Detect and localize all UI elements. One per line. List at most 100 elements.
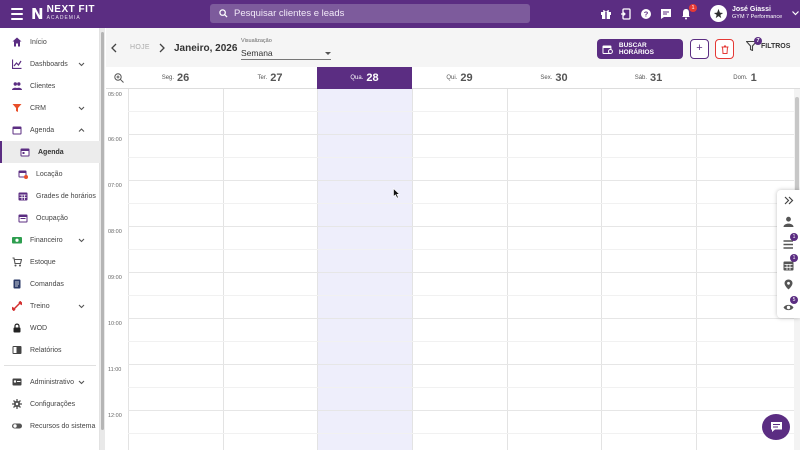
column-divider xyxy=(601,89,602,450)
logo[interactable]: N NEXT FIT ACADEMIA xyxy=(31,4,95,23)
sidebar-scrollbar[interactable] xyxy=(100,28,105,450)
day-number: 1 xyxy=(750,72,757,84)
days-header: Seg. 26 Ter. 27 Qua. 28 Qui. 29 Sex. 30 Sáb. 3… xyxy=(106,67,800,89)
sidebar-scrollbar-thumb[interactable] xyxy=(101,32,104,430)
gear-icon xyxy=(12,399,22,409)
sidebar-item-label: Clientes xyxy=(30,82,56,90)
chevron-down-icon xyxy=(78,106,85,110)
search-input[interactable]: Pesquisar clientes e leads xyxy=(210,4,530,23)
sidebar-item-grades-de-horarios[interactable]: Grades de horários xyxy=(0,185,100,207)
sidebar-item-agenda[interactable]: Agenda xyxy=(0,141,100,163)
today-column xyxy=(317,89,412,450)
view-select[interactable]: Visualização Semana xyxy=(241,38,331,60)
right-tools-panel: 1 1 5 xyxy=(777,190,800,318)
person-icon[interactable] xyxy=(783,216,794,227)
view-select-value: Semana xyxy=(241,48,273,58)
sidebar-item-label: Início xyxy=(30,38,47,46)
day-header[interactable]: Seg. 26 xyxy=(128,67,223,89)
cart-icon xyxy=(12,257,22,267)
sidebar-item-estoque[interactable]: Estoque xyxy=(0,251,100,273)
sidebar-item-clientes[interactable]: Clientes xyxy=(0,75,100,97)
time-label: 07:00 xyxy=(108,183,122,189)
sidebar-item-label: Configurações xyxy=(30,400,76,408)
day-number: 26 xyxy=(177,72,190,84)
day-header[interactable]: Sáb. 31 xyxy=(601,67,696,89)
svg-text:?: ? xyxy=(644,10,649,19)
chart-icon xyxy=(12,59,22,69)
sidebar-item-wod[interactable]: WOD xyxy=(0,317,100,339)
bell-icon[interactable]: 1 xyxy=(680,4,697,20)
admin-icon xyxy=(12,378,22,386)
search-times-button[interactable]: BUSCAR HORÁRIOS xyxy=(597,39,683,59)
time-label: 09:00 xyxy=(108,275,122,281)
sidebar-item-administrativo[interactable]: Administrativo xyxy=(0,371,100,393)
chat-icon[interactable] xyxy=(660,7,673,20)
day-name: Ter. xyxy=(257,75,268,81)
hour-line xyxy=(128,410,794,411)
time-label: 05:00 xyxy=(108,92,122,98)
home-icon xyxy=(12,37,22,47)
sidebar-item-dashboards[interactable]: Dashboards xyxy=(0,53,100,75)
day-header-today[interactable]: Qua. 28 xyxy=(317,67,412,89)
add-button[interactable]: + xyxy=(690,39,709,59)
chat-support-button[interactable] xyxy=(762,414,790,440)
visibility-filter[interactable]: 5 xyxy=(783,296,798,311)
delete-button[interactable] xyxy=(715,39,734,59)
hour-line xyxy=(128,318,794,319)
calendar-filter[interactable]: 1 xyxy=(783,254,798,271)
sidebar-item-relatorios[interactable]: Relatórios xyxy=(0,339,100,361)
chevron-right-icon[interactable] xyxy=(158,43,166,53)
sidebar-item-ocupacao[interactable]: Ocupação xyxy=(0,207,100,229)
day-header[interactable]: Ter. 27 xyxy=(223,67,317,89)
calendar: HOJE Janeiro, 2026 Visualização Semana B… xyxy=(106,28,800,450)
mouse-cursor-icon xyxy=(393,188,401,199)
today-button[interactable]: HOJE xyxy=(130,44,150,51)
time-label: 08:00 xyxy=(108,229,122,235)
sidebar-item-comandas[interactable]: Comandas xyxy=(0,273,100,295)
zoom-in-icon[interactable] xyxy=(114,73,124,83)
pin-icon[interactable] xyxy=(783,279,794,290)
menu-icon[interactable] xyxy=(11,8,23,20)
chevron-left-icon[interactable] xyxy=(110,43,118,53)
list-badge: 1 xyxy=(790,233,798,241)
chevron-down-icon xyxy=(78,238,85,242)
gift-icon[interactable] xyxy=(600,7,613,20)
help-icon[interactable]: ? xyxy=(640,7,653,20)
time-label: 10:00 xyxy=(108,321,122,327)
time-grid[interactable]: 05:00 06:00 07:00 08:00 09:00 10:00 11:0… xyxy=(106,89,800,450)
sidebar-item-financeiro[interactable]: Financeiro xyxy=(0,229,100,251)
sidebar-item-label: WOD xyxy=(30,324,48,332)
sidebar-item-locacao[interactable]: Locação xyxy=(0,163,100,185)
column-divider xyxy=(507,89,508,450)
sidebar-item-treino[interactable]: Treino xyxy=(0,295,100,317)
day-header[interactable]: Sex. 30 xyxy=(507,67,601,89)
day-number: 31 xyxy=(650,72,663,84)
day-name: Qua. xyxy=(350,75,364,81)
sidebar-item-label: Financeiro xyxy=(30,236,63,244)
sidebar-item-crm[interactable]: CRM xyxy=(0,97,100,119)
column-divider xyxy=(696,89,697,450)
day-name: Sex. xyxy=(540,75,553,81)
users-icon xyxy=(12,82,22,90)
sidebar-item-agenda-group[interactable]: Agenda xyxy=(0,119,100,141)
day-name: Qui. xyxy=(446,75,458,81)
crm-icon xyxy=(12,104,22,112)
day-number: 28 xyxy=(366,72,379,84)
dropdown-arrow-icon xyxy=(325,52,331,55)
logo-mark: N xyxy=(31,4,44,23)
double-chevron-right-icon[interactable] xyxy=(783,195,794,206)
mobile-icon[interactable] xyxy=(620,7,633,20)
sidebar-item-configuracoes[interactable]: Configurações xyxy=(0,393,100,415)
sidebar-item-recursos-do-sistema[interactable]: Recursos do sistema xyxy=(0,415,100,437)
day-header[interactable]: Dom. 1 xyxy=(696,67,794,89)
filters-button[interactable]: 7 FILTROS xyxy=(746,37,790,51)
user-menu[interactable]: José Giassi GYM 7 Performance xyxy=(710,5,800,22)
day-header[interactable]: Qui. 29 xyxy=(412,67,507,89)
list-filter[interactable]: 1 xyxy=(783,233,798,249)
sidebar-item-label: Estoque xyxy=(30,258,56,266)
sidebar-item-inicio[interactable]: Início xyxy=(0,31,100,53)
sidebar-item-label: Comandas xyxy=(30,280,64,288)
trash-icon xyxy=(721,45,728,54)
calendar-icon xyxy=(12,126,22,135)
hour-line xyxy=(128,272,794,273)
